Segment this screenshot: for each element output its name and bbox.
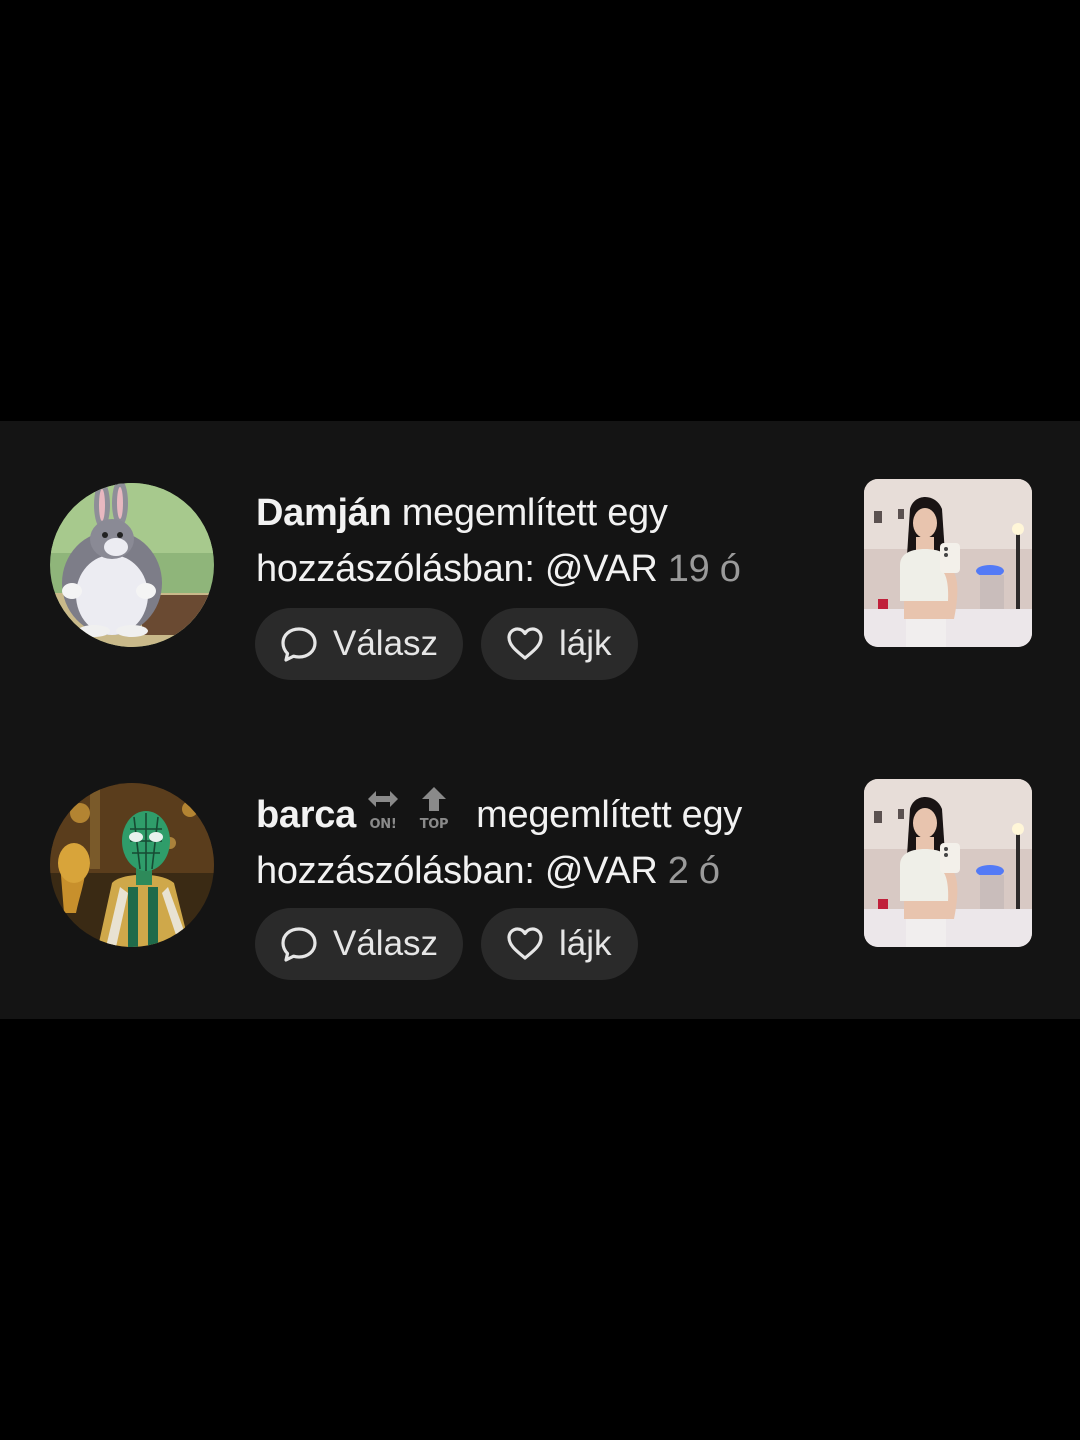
svg-text:ON!: ON! <box>369 817 396 832</box>
notification-text: Damján megemlített egy hozzászólásban: @… <box>256 485 836 597</box>
chubby-bunny-avatar[interactable] <box>50 483 214 647</box>
username[interactable]: barca <box>256 794 356 836</box>
timestamp: 19 ó <box>667 548 741 590</box>
svg-text:TOP: TOP <box>420 817 449 832</box>
reply-button[interactable]: Válasz <box>255 608 463 680</box>
mirror-selfie-thumbnail[interactable] <box>864 779 1032 947</box>
reply-button[interactable]: Válasz <box>255 908 463 980</box>
notification-item[interactable]: barca ON! TOP megemlített egy hozzászólá… <box>0 721 1080 1021</box>
like-label: lájk <box>559 624 612 663</box>
notification-item[interactable]: Damján megemlített egy hozzászólásban: @… <box>0 421 1080 721</box>
notification-text: barca ON! TOP megemlített egy hozzászólá… <box>256 785 836 899</box>
masked-figure-avatar[interactable] <box>50 783 214 947</box>
notifications-panel: Damján megemlített egy hozzászólásban: @… <box>0 421 1080 1019</box>
mirror-selfie-thumbnail[interactable] <box>864 479 1032 647</box>
reply-label: Válasz <box>333 924 439 963</box>
like-button[interactable]: lájk <box>481 608 638 680</box>
speech-bubble-icon <box>279 624 319 664</box>
like-label: lájk <box>559 924 612 963</box>
reply-label: Válasz <box>333 624 439 663</box>
top-badge-icon: TOP <box>420 787 449 832</box>
user-badges: ON! TOP <box>362 785 462 835</box>
like-button[interactable]: lájk <box>481 908 638 980</box>
username[interactable]: Damján <box>256 492 392 534</box>
on-badge-icon: ON! <box>367 791 398 832</box>
heart-icon <box>505 924 545 964</box>
speech-bubble-icon <box>279 924 319 964</box>
heart-icon <box>505 624 545 664</box>
notification-actions: Válasz lájk <box>255 908 638 980</box>
timestamp: 2 ó <box>667 850 720 892</box>
notification-actions: Válasz lájk <box>255 608 638 680</box>
